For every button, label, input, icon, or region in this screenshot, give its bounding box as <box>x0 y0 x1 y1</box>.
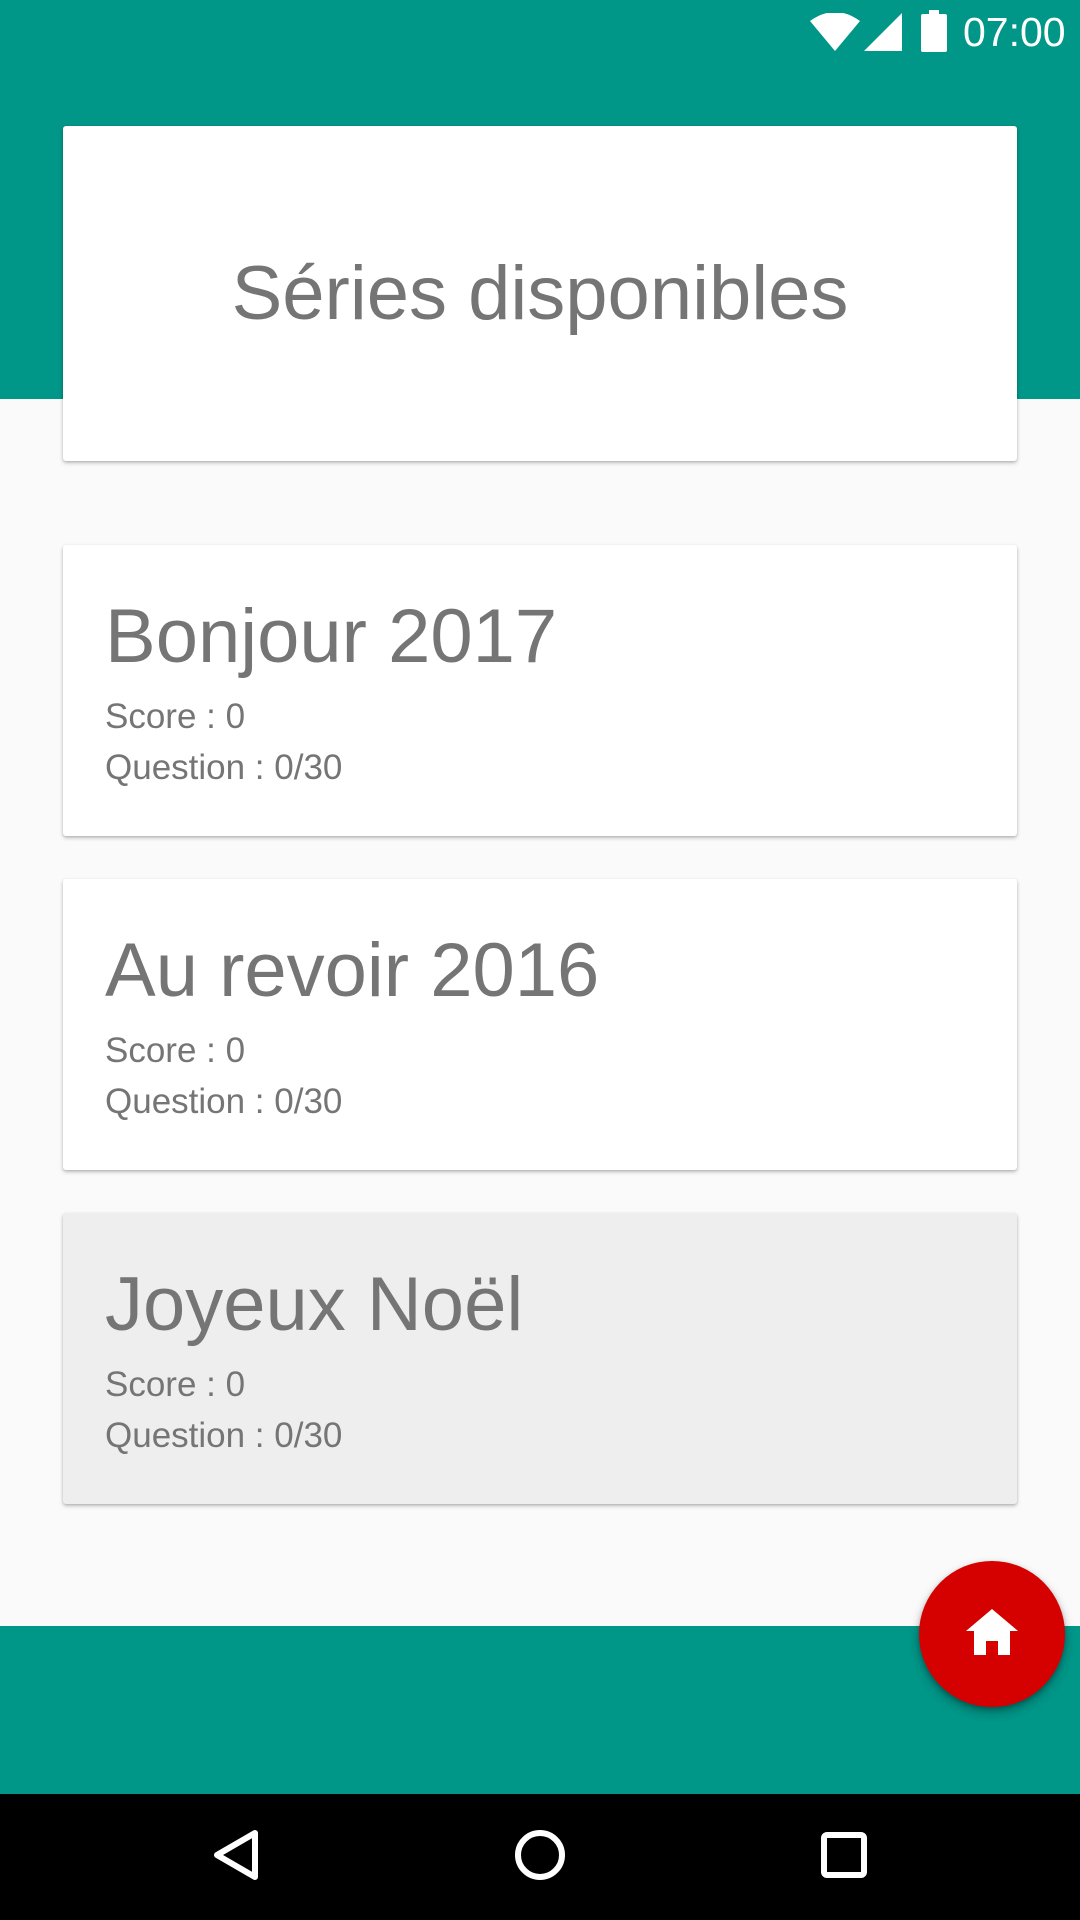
series-name: Joyeux Noël <box>105 1262 524 1347</box>
series-card-joyeux-noel[interactable]: Joyeux Noël Score : 0 Question : 0/30 <box>63 1213 1017 1504</box>
series-question-progress: Question : 0/30 <box>105 1082 343 1121</box>
series-question-progress: Question : 0/30 <box>105 1416 343 1455</box>
series-score: Score : 0 <box>105 1031 246 1070</box>
wifi-icon <box>810 12 860 56</box>
recents-button[interactable] <box>781 1794 907 1920</box>
status-bar: 07:00 <box>0 0 1080 63</box>
home-fab-button[interactable] <box>919 1561 1065 1707</box>
system-nav-bar <box>0 1794 1080 1920</box>
back-button[interactable] <box>173 1794 299 1920</box>
series-score: Score : 0 <box>105 697 246 736</box>
recents-icon <box>821 1831 867 1883</box>
back-icon <box>213 1829 259 1886</box>
page-title: Séries disponibles <box>231 250 849 336</box>
home-nav-button[interactable] <box>477 1794 603 1920</box>
bottom-bar-background <box>0 1626 1080 1794</box>
series-name: Bonjour 2017 <box>105 594 558 679</box>
home-icon <box>966 1608 1018 1660</box>
series-card-au-revoir-2016[interactable]: Au revoir 2016 Score : 0 Question : 0/30 <box>63 879 1017 1170</box>
home-circle-icon <box>514 1829 566 1886</box>
series-score: Score : 0 <box>105 1365 246 1404</box>
series-question-progress: Question : 0/30 <box>105 748 343 787</box>
cell-signal-icon <box>864 13 902 56</box>
series-card-bonjour-2017[interactable]: Bonjour 2017 Score : 0 Question : 0/30 <box>63 545 1017 836</box>
status-time: 07:00 <box>963 9 1066 55</box>
battery-icon <box>921 10 947 57</box>
series-name: Au revoir 2016 <box>105 928 600 1013</box>
header-card: Séries disponibles <box>63 126 1017 461</box>
